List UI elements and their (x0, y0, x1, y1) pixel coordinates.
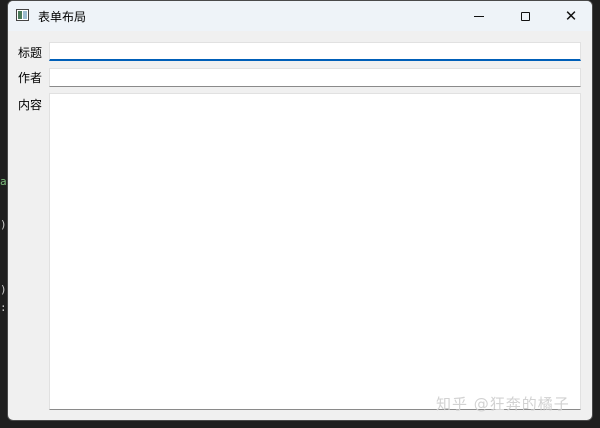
background-editor-text: ) (0, 218, 7, 231)
close-icon: ✕ (564, 6, 578, 25)
background-editor-text: ) (0, 283, 7, 296)
author-input[interactable] (49, 68, 581, 87)
content-textarea[interactable] (49, 93, 581, 410)
watermark-text: 知乎 @狂奔的橘子 (436, 395, 570, 413)
author-label: 作者 (18, 71, 43, 85)
minimize-icon (474, 15, 484, 17)
window-title: 表单布局 (38, 10, 87, 24)
background-editor-text: a (0, 175, 7, 188)
close-button[interactable]: ✕ (548, 1, 592, 31)
title-label: 标题 (18, 46, 43, 60)
title-bar[interactable]: 表单布局 ✕ (8, 1, 592, 31)
maximize-button[interactable] (502, 1, 548, 31)
maximize-icon (520, 11, 530, 21)
content-label: 内容 (18, 98, 43, 112)
form-layout-window: 表单布局 ✕ 标题 作者 内容 (7, 0, 593, 421)
title-input[interactable] (49, 42, 581, 61)
window-app-icon (16, 9, 29, 21)
background-editor-text: : (0, 301, 7, 314)
minimize-button[interactable] (456, 1, 502, 31)
